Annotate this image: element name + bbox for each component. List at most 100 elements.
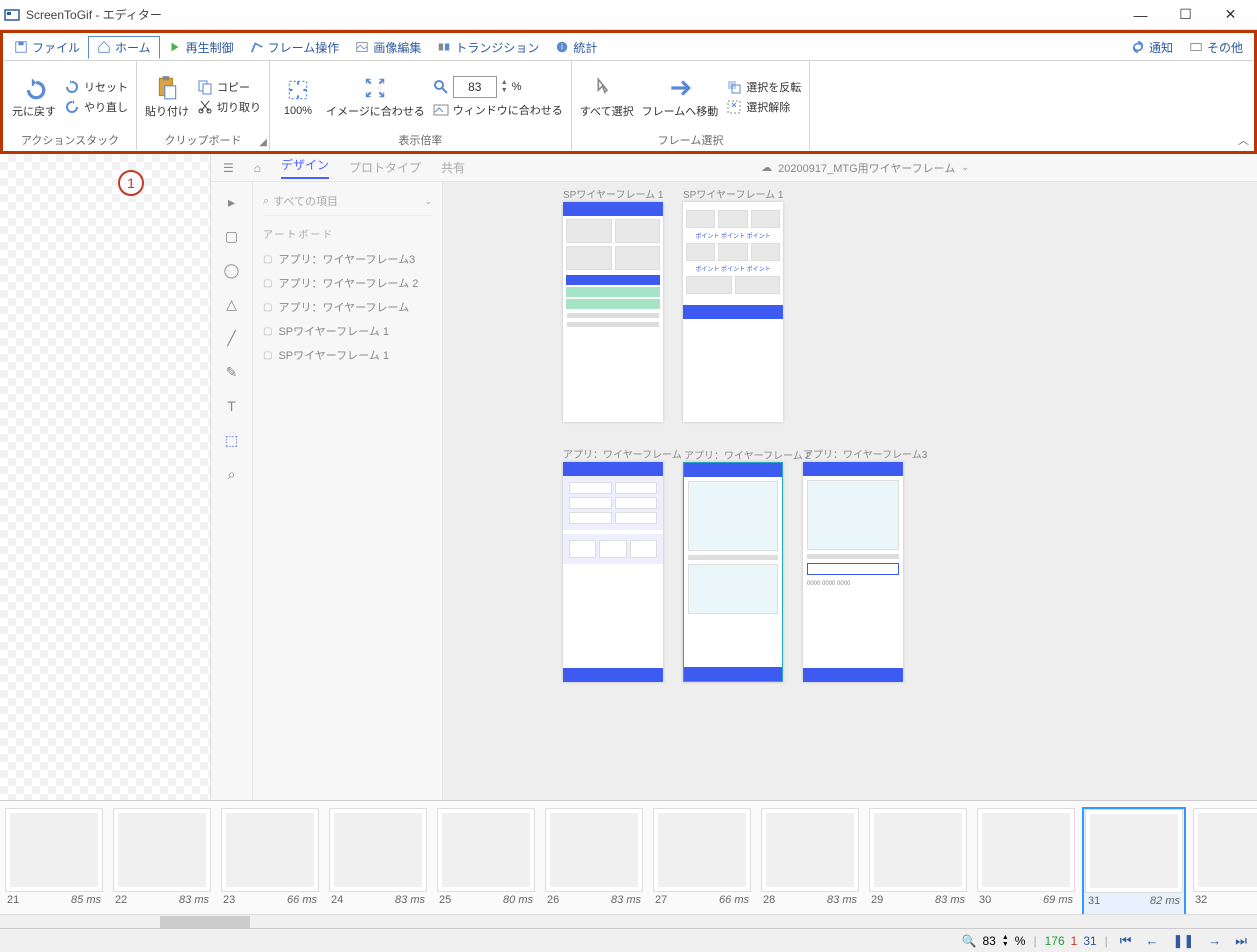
copy-button[interactable]: コピー bbox=[195, 78, 263, 96]
status-current: 31 bbox=[1083, 934, 1096, 948]
artboard-label: アプリ：ワイヤーフレーム 2 bbox=[684, 447, 811, 462]
scrollbar-thumb[interactable] bbox=[160, 916, 250, 928]
invert-selection-button[interactable]: 選択を反転 bbox=[724, 78, 803, 96]
tool-text[interactable]: T bbox=[222, 396, 242, 416]
home-icon[interactable]: ⌂ bbox=[254, 161, 261, 175]
minimize-button[interactable]: — bbox=[1118, 0, 1163, 30]
chevron-down-icon[interactable]: ⌄ bbox=[424, 196, 432, 207]
menu-playback[interactable]: 再生制御 bbox=[160, 37, 242, 58]
close-button[interactable]: ✕ bbox=[1208, 0, 1253, 30]
menu-image[interactable]: 画像編集 bbox=[347, 37, 429, 58]
layer-item[interactable]: SPワイヤーフレーム 1 bbox=[263, 343, 432, 367]
paste-button[interactable]: 貼り付け bbox=[143, 73, 191, 121]
tab-share[interactable]: 共有 bbox=[441, 159, 465, 176]
menu-file[interactable]: ファイル bbox=[6, 37, 88, 58]
group-zoom-label: 表示倍率 bbox=[276, 130, 565, 150]
timeline-frame[interactable]: 2983 ms bbox=[866, 807, 970, 926]
goto-frame-button[interactable]: フレームへ移動 bbox=[640, 73, 721, 121]
menubar: ファイル ホーム 再生制御 フレーム操作 画像編集 トランジション i 統計 通… bbox=[4, 34, 1253, 60]
titlebar: ScreenToGif - エディター — ☐ ✕ bbox=[0, 0, 1257, 30]
ribbon: 元に戻す リセット やり直し アクションスタック 貼り付け bbox=[4, 60, 1253, 150]
zoom-down-icon[interactable]: ▼ bbox=[501, 87, 508, 95]
last-frame-button[interactable]: ⏭ bbox=[1231, 933, 1251, 949]
zoom-up-icon[interactable]: ▲ bbox=[501, 79, 508, 87]
tool-rail: ▸ ▢ ◯ △ ╱ ✎ T ⬚ ⌕ bbox=[211, 182, 253, 800]
timeline-frame[interactable]: 2283 ms bbox=[110, 807, 214, 926]
select-all-button[interactable]: すべて選択 bbox=[578, 73, 636, 121]
statusbar: 🔍 83 ▲ ▼ % | 176 1 31 | ⏮ ← ❚❚ → ⏭ bbox=[0, 928, 1257, 952]
layer-item[interactable]: アプリ：ワイヤーフレーム bbox=[263, 295, 432, 319]
tab-prototype[interactable]: プロトタイプ bbox=[349, 159, 421, 176]
timeline-frame[interactable]: 2766 ms bbox=[650, 807, 754, 926]
timeline-frame[interactable]: 2883 ms bbox=[758, 807, 862, 926]
group-clipboard-label: クリップボード bbox=[143, 130, 263, 150]
annotation-circle: 1 bbox=[118, 170, 144, 196]
status-zoom: 83 bbox=[983, 934, 996, 948]
tool-zoom[interactable]: ⌕ bbox=[222, 464, 242, 484]
preview-canvas[interactable]: SPワイヤーフレーム 1 SPワイヤーフレーム 1 bbox=[443, 182, 1257, 800]
window-title: ScreenToGif - エディター bbox=[26, 6, 162, 23]
timeline-scrollbar[interactable] bbox=[0, 914, 1257, 928]
app-icon bbox=[4, 7, 20, 23]
timeline-frame[interactable]: 2366 ms bbox=[218, 807, 322, 926]
zoom-up-icon[interactable]: ▲ bbox=[1002, 934, 1009, 941]
chevron-down-icon[interactable]: ⌄ bbox=[961, 162, 969, 173]
zoom-100-button[interactable]: 100% bbox=[276, 75, 320, 119]
undo-button[interactable]: 元に戻す bbox=[10, 73, 58, 121]
cloud-icon: ☁ bbox=[761, 161, 772, 174]
doc-title: ☁ 20200917_MTG用ワイヤーフレーム ⌄ bbox=[761, 160, 969, 176]
timeline-frame[interactable]: 3069 ms bbox=[974, 807, 1078, 926]
ribbon-collapse-icon[interactable]: ︿ bbox=[1238, 132, 1249, 148]
pause-button[interactable]: ❚❚ bbox=[1169, 933, 1199, 949]
menu-transition[interactable]: トランジション bbox=[429, 37, 547, 58]
maximize-button[interactable]: ☐ bbox=[1163, 0, 1208, 30]
zoom-down-icon[interactable]: ▼ bbox=[1002, 941, 1009, 948]
timeline-frame[interactable]: 2683 ms bbox=[542, 807, 646, 926]
timeline-frame[interactable]: 3182 ms bbox=[1082, 807, 1186, 926]
redo-button[interactable]: やり直し bbox=[62, 98, 130, 116]
prev-frame-button[interactable]: ← bbox=[1142, 933, 1163, 948]
clear-selection-button[interactable]: 選択解除 bbox=[724, 98, 803, 116]
tool-rect[interactable]: ▢ bbox=[222, 226, 242, 246]
menu-other[interactable]: その他 bbox=[1181, 37, 1251, 58]
layer-item[interactable]: SPワイヤーフレーム 1 bbox=[263, 319, 432, 343]
tab-design[interactable]: デザイン bbox=[281, 156, 329, 179]
timeline[interactable]: 2185 ms 2283 ms 2366 ms 2483 ms 2580 ms … bbox=[0, 800, 1257, 928]
clipboard-launcher-icon[interactable]: ◢ bbox=[259, 137, 267, 148]
timeline-frame[interactable]: 32 bbox=[1190, 807, 1257, 926]
status-total: 176 bbox=[1045, 934, 1065, 948]
tool-line[interactable]: ╱ bbox=[222, 328, 242, 348]
artboard-label: アプリ：ワイヤーフレーム3 bbox=[803, 446, 927, 461]
cut-button[interactable]: 切り取り bbox=[195, 98, 263, 116]
fit-window-button[interactable]: ウィンドウに合わせる bbox=[431, 101, 565, 119]
menu-home[interactable]: ホーム bbox=[88, 36, 160, 59]
menu-frame[interactable]: フレーム操作 bbox=[242, 37, 348, 58]
reset-button[interactable]: リセット bbox=[62, 78, 130, 96]
tool-polygon[interactable]: △ bbox=[222, 294, 242, 314]
layers-panel: ⌕ すべての項目 ⌄ アートボード アプリ：ワイヤーフレーム3アプリ：ワイヤーフ… bbox=[253, 182, 443, 800]
hamburger-icon[interactable]: ☰ bbox=[223, 161, 234, 175]
tool-artboard[interactable]: ⬚ bbox=[222, 430, 242, 450]
timeline-frame[interactable]: 2483 ms bbox=[326, 807, 430, 926]
tool-pen[interactable]: ✎ bbox=[222, 362, 242, 382]
timeline-frame[interactable]: 2580 ms bbox=[434, 807, 538, 926]
magnify-icon: 🔍 bbox=[962, 934, 977, 948]
layer-item[interactable]: アプリ：ワイヤーフレーム3 bbox=[263, 247, 432, 271]
layers-section-label: アートボード bbox=[263, 226, 432, 241]
timeline-frame[interactable]: 2185 ms bbox=[2, 807, 106, 926]
search-icon: ⌕ bbox=[263, 195, 269, 208]
group-select-label: フレーム選択 bbox=[578, 130, 803, 150]
fit-image-button[interactable]: イメージに合わせる bbox=[324, 73, 427, 121]
layer-item[interactable]: アプリ：ワイヤーフレーム 2 bbox=[263, 271, 432, 295]
first-frame-button[interactable]: ⏮ bbox=[1116, 933, 1136, 949]
artboard-label: SPワイヤーフレーム 1 bbox=[683, 186, 783, 201]
tool-select[interactable]: ▸ bbox=[222, 192, 242, 212]
group-action-label: アクションスタック bbox=[10, 130, 130, 150]
menu-notify[interactable]: 通知 bbox=[1123, 37, 1181, 58]
layers-search[interactable]: ⌕ すべての項目 ⌄ bbox=[263, 190, 432, 216]
menu-stats[interactable]: i 統計 bbox=[547, 37, 605, 58]
canvas-area: 1 ☰ ⌂ デザイン プロトタイプ 共有 ☁ 20200917_MTG用ワイヤー… bbox=[0, 154, 1257, 800]
zoom-input[interactable]: 83 bbox=[453, 76, 497, 98]
next-frame-button[interactable]: → bbox=[1204, 933, 1225, 948]
tool-ellipse[interactable]: ◯ bbox=[222, 260, 242, 280]
